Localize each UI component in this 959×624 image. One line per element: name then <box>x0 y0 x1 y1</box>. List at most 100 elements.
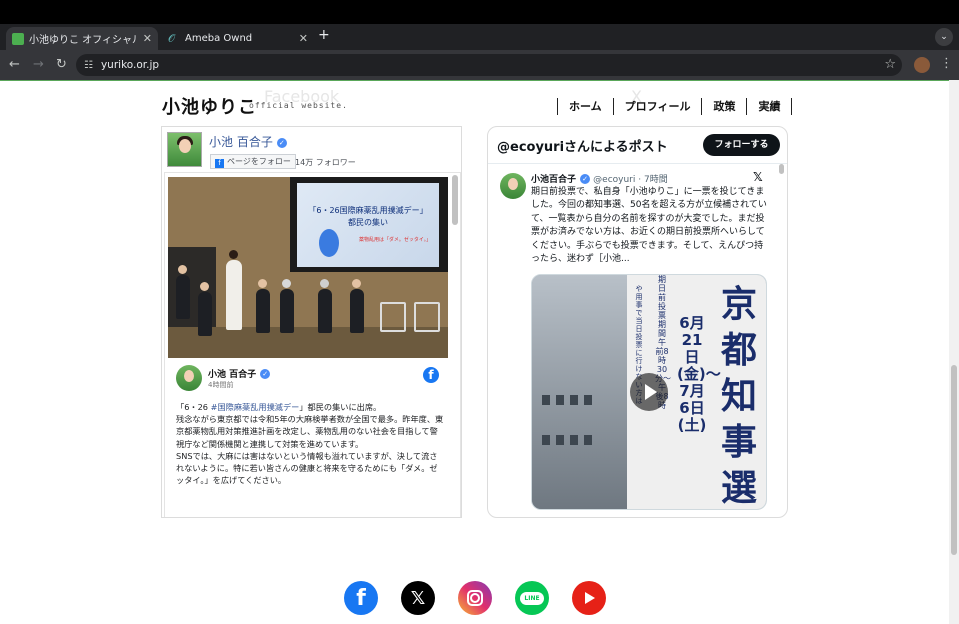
photo-person <box>176 275 190 319</box>
facebook-icon: f <box>215 159 224 168</box>
facebook-post-author-text: 小池 百合子 <box>208 370 257 380</box>
page-scrollbar[interactable] <box>949 80 959 624</box>
verified-badge-icon: ✓ <box>260 369 271 379</box>
tab-search-icon[interactable]: ⌄ <box>935 28 953 46</box>
x-link-icon[interactable]: 𝕏 <box>401 581 435 615</box>
tab-yuriko[interactable]: 小池ゆりこ オフィシャルサイト | ✕ <box>6 27 158 50</box>
browser-toolbar: ← → ↻ ☷ yuriko.or.jp ☆ <box>0 50 959 80</box>
avatar-face <box>184 370 194 382</box>
facebook-post-text: 「6・26 #国際麻薬乱用撲滅デー」都民の集いに出席。 残念ながら東京都では令和… <box>176 401 444 486</box>
tab-title: 小池ゆりこ オフィシャルサイト | <box>29 35 137 46</box>
global-nav: ホーム プロフィール 政策 実績 <box>557 98 793 115</box>
facebook-feed-scrollbar[interactable] <box>452 173 458 517</box>
reload-icon[interactable]: ↻ <box>56 57 67 73</box>
x-follow-button[interactable]: フォローする <box>703 134 780 156</box>
address-bar[interactable]: ☷ yuriko.or.jp ☆ <box>76 54 902 76</box>
x-tweet-avatar[interactable] <box>500 173 526 199</box>
slide-slogan: 薬物乱用は「ダメ。ゼッタイ。」 <box>359 237 432 243</box>
youtube-link-icon[interactable] <box>572 581 606 615</box>
post-text-suffix: 」都民の集いに出席。 <box>299 402 382 412</box>
site-logo[interactable]: 小池ゆりこ <box>162 93 257 119</box>
photo-person <box>256 289 270 333</box>
building-window <box>584 435 592 445</box>
photo-person <box>280 289 294 333</box>
facebook-follow-label: ページをフォロー <box>227 157 291 166</box>
facebook-post-author[interactable]: 小池 百合子 ✓ <box>208 367 271 380</box>
camera-icon <box>467 590 483 606</box>
post-hashtag-link[interactable]: #国際麻薬乱用撲滅デー <box>211 402 300 412</box>
photo-head <box>320 279 329 288</box>
tab-ameba[interactable]: 𝒪 Ameba Ownd ✕ <box>162 27 314 50</box>
facebook-post-time[interactable]: 4時間前 <box>208 380 233 390</box>
tab-close-icon[interactable]: ✕ <box>143 32 152 45</box>
facebook-follower-count: 14万 フォロワー <box>295 158 356 167</box>
new-tab-button[interactable]: + <box>318 27 330 43</box>
facebook-page-name[interactable]: 小池 百合子 ✓ <box>209 133 287 150</box>
facebook-embed: 小池 百合子 ✓ f ページをフォロー 14万 フォロワー 「6・26国際麻薬乱用撲… <box>161 126 462 518</box>
building-window <box>556 395 564 405</box>
facebook-page-name-text: 小池 百合子 <box>209 135 273 149</box>
photo-person <box>198 292 212 336</box>
x-tweet-author-name: 小池百合子 <box>531 175 577 185</box>
line-label: LINE <box>520 591 544 605</box>
x-tweet-text: 期日前投票で、私自身「小池ゆりこ」に一票を投じてきました。今回の都知事選、50名… <box>531 187 767 265</box>
nav-achievements[interactable]: 実績 <box>746 98 793 115</box>
x-embed-scrollbar[interactable] <box>779 164 785 517</box>
avatar-face <box>179 139 191 153</box>
building-window <box>542 435 550 445</box>
banner-title: 京都知事選挙 <box>720 283 757 509</box>
scrollbar-thumb[interactable] <box>452 175 458 225</box>
photo-chair <box>414 302 440 332</box>
instagram-link-icon[interactable] <box>458 581 492 615</box>
facebook-logo-icon[interactable]: f <box>423 367 439 383</box>
site-info-icon[interactable]: ☷ <box>84 60 93 71</box>
video-building <box>532 275 632 509</box>
banner-date: 6月21日(金)〜7月6日(土) <box>677 314 721 434</box>
mascot-figure <box>319 229 339 257</box>
x-tweet-author[interactable]: 小池百合子 ✓ @ecoyuri · 7時間 <box>531 172 668 185</box>
ameba-favicon-icon: 𝒪 <box>168 31 175 45</box>
facebook-page-avatar[interactable] <box>167 132 202 167</box>
play-icon <box>585 592 595 604</box>
photo-head <box>258 279 267 288</box>
photo-person <box>318 289 332 333</box>
menu-kebab-icon[interactable]: ⋮ <box>940 56 953 71</box>
nav-policy[interactable]: 政策 <box>701 98 746 115</box>
x-tweet-video[interactable]: や用事で当日投票に行けない方は 期日前投票期間 午前8時30分〜午後8時 6月2… <box>531 274 767 510</box>
profile-avatar[interactable] <box>914 57 930 73</box>
tab-close-icon[interactable]: ✕ <box>299 32 308 45</box>
x-embed-title: @ecoyuriさんによるポスト <box>497 140 668 155</box>
video-play-icon[interactable] <box>630 373 668 411</box>
photo-person <box>350 289 364 333</box>
facebook-link-icon[interactable]: f <box>344 581 378 615</box>
slide-subtitle: 都民の集い <box>348 218 388 227</box>
site-favicon-icon <box>12 32 24 45</box>
building-window <box>584 395 592 405</box>
line-link-icon[interactable]: LINE <box>515 581 549 615</box>
photo-head <box>229 250 238 259</box>
facebook-follow-button[interactable]: f ページをフォロー <box>210 154 296 169</box>
back-icon[interactable]: ← <box>9 57 20 73</box>
avatar-face <box>508 178 518 190</box>
photo-chair <box>380 302 406 332</box>
x-logo-icon[interactable]: 𝕏 <box>753 170 763 184</box>
photo-head <box>282 279 291 288</box>
nav-home[interactable]: ホーム <box>557 98 613 115</box>
facebook-page-header: 小池 百合子 ✓ f ページをフォロー 14万 フォロワー <box>167 132 456 169</box>
forward-icon[interactable]: → <box>33 57 44 73</box>
facebook-feed[interactable]: 「6・26国際麻薬乱用撲滅デー」 都民の集い 薬物乱用は「ダメ。ゼッタイ。」 小… <box>164 172 461 517</box>
facebook-post-avatar[interactable] <box>176 365 202 391</box>
scrollbar-thumb[interactable] <box>951 365 957 555</box>
scrollbar-thumb[interactable] <box>779 164 784 174</box>
nav-profile[interactable]: プロフィール <box>612 98 702 115</box>
building-window <box>556 435 564 445</box>
facebook-post-photo[interactable]: 「6・26国際麻薬乱用撲滅デー」 都民の集い 薬物乱用は「ダメ。ゼッタイ。」 <box>168 177 448 358</box>
slide-title: 「6・26国際麻薬乱用撲滅デー」 <box>308 206 428 215</box>
site-logo-subtitle: official website. <box>249 101 348 110</box>
x-tweet[interactable]: 小池百合子 ✓ @ecoyuri · 7時間 𝕏 期日前投票で、私自身「小池ゆりこ… <box>488 164 778 517</box>
page-viewport: Facebook X 小池ゆりこ official website. ホーム プ… <box>0 80 949 624</box>
bookmark-star-icon[interactable]: ☆ <box>884 57 896 72</box>
photo-head <box>178 265 187 274</box>
tab-title: Ameba Ownd <box>185 33 253 44</box>
photo-head <box>200 282 209 291</box>
